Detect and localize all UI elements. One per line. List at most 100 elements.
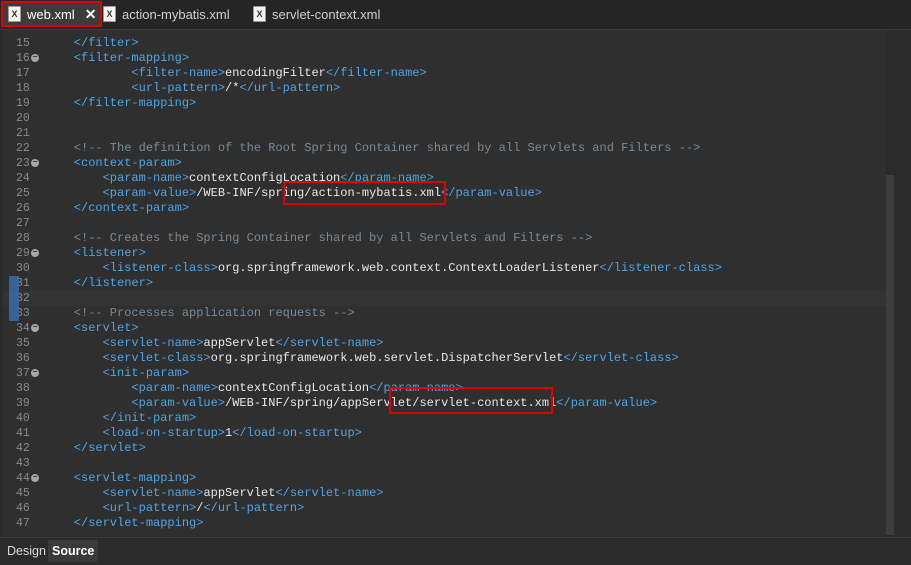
tab-label: web.xml (27, 6, 75, 22)
code-line[interactable]: 41 <load-on-startup>1</load-on-startup> (3, 426, 886, 441)
xml-tag: </param-value> (556, 396, 658, 410)
xml-text: appServlet (203, 336, 276, 350)
code-line[interactable]: 19 </filter-mapping> (3, 96, 886, 111)
code-text: <context-param> (45, 156, 182, 171)
line-number: 24 (16, 172, 30, 185)
code-line[interactable]: 38 <param-name>contextConfigLocation</pa… (3, 381, 886, 396)
code-line[interactable]: 34− <servlet> (3, 321, 886, 336)
code-text: <servlet-name>appServlet</servlet-name> (45, 336, 384, 351)
xml-tag: <servlet-class> (45, 351, 211, 365)
code-line[interactable]: 30 <listener-class>org.springframework.w… (3, 261, 886, 276)
code-line[interactable]: 32 (3, 291, 886, 306)
line-number: 36 (16, 352, 30, 365)
xml-comment: <!-- The definition of the Root Spring C… (45, 141, 701, 155)
code-text: </filter> (45, 36, 139, 51)
code-text: </servlet> (45, 441, 146, 456)
change-marker (9, 306, 19, 321)
code-line[interactable]: 20 (3, 111, 886, 126)
code-text: <!-- Creates the Spring Container shared… (45, 231, 593, 246)
code-line[interactable]: 25 <param-value>/WEB-INF/spring/action-m… (3, 186, 886, 201)
code-line[interactable]: 24 <param-name>contextConfigLocation</pa… (3, 171, 886, 186)
code-line[interactable]: 44− <servlet-mapping> (3, 471, 886, 486)
code-line[interactable]: 23− <context-param> (3, 156, 886, 171)
line-number: 15 (16, 37, 30, 50)
xml-tag: </filter> (45, 36, 139, 50)
fold-toggle-icon[interactable]: − (31, 369, 39, 377)
tab-web-xml[interactable]: X web.xml ✕ (3, 2, 100, 26)
code-line[interactable]: 29− <listener> (3, 246, 886, 261)
xml-tag: </servlet-name> (275, 486, 384, 500)
line-number: 22 (16, 142, 30, 155)
tab-label: servlet-context.xml (272, 6, 381, 22)
line-number: 43 (16, 457, 30, 470)
code-line[interactable]: 27 (3, 216, 886, 231)
xml-tag: <context-param> (45, 156, 182, 170)
code-line[interactable]: 36 <servlet-class>org.springframework.we… (3, 351, 886, 366)
code-line[interactable]: 28 <!-- Creates the Spring Container sha… (3, 231, 886, 246)
code-line[interactable]: 21 (3, 126, 886, 141)
code-line[interactable]: 15 </filter> (3, 36, 886, 51)
tab-source[interactable]: Source (48, 540, 99, 562)
line-number: 19 (16, 97, 30, 110)
code-line[interactable]: 40 </init-param> (3, 411, 886, 426)
change-marker (9, 276, 19, 291)
code-line[interactable]: 37− <init-param> (3, 366, 886, 381)
tab-action-mybatis-xml[interactable]: X action-mybatis.xml (103, 2, 243, 26)
tab-label: action-mybatis.xml (122, 6, 230, 22)
code-line[interactable]: 33 <!-- Processes application requests -… (3, 306, 886, 321)
code-text: <servlet-class>org.springframework.web.s… (45, 351, 679, 366)
code-text: </listener> (45, 276, 153, 291)
code-text: <load-on-startup>1</load-on-startup> (45, 426, 362, 441)
code-line[interactable]: 18 <url-pattern>/*</url-pattern> (3, 81, 886, 96)
fold-toggle-icon[interactable]: − (31, 324, 39, 332)
tab-design[interactable]: Design (3, 540, 50, 562)
code-line[interactable]: 16− <filter-mapping> (3, 51, 886, 66)
code-line[interactable]: 45 <servlet-name>appServlet</servlet-nam… (3, 486, 886, 501)
xml-tag: </param-name> (340, 171, 434, 185)
xml-tag: </servlet> (45, 441, 146, 455)
tab-servlet-context-xml[interactable]: X servlet-context.xml (253, 2, 393, 26)
xml-tag: </servlet-name> (275, 336, 384, 350)
xml-tag: </servlet-class> (563, 351, 679, 365)
code-text: <listener> (45, 246, 146, 261)
line-number: 45 (16, 487, 30, 500)
fold-toggle-icon[interactable]: − (31, 159, 39, 167)
code-line[interactable]: 39 <param-value>/WEB-INF/spring/appServl… (3, 396, 886, 411)
scrollbar-thumb[interactable] (886, 175, 894, 535)
xml-tag: </listener> (45, 276, 154, 290)
xml-tag: <filter-name> (45, 66, 226, 80)
xml-tag: <listener> (45, 246, 146, 260)
code-line[interactable]: 43 (3, 456, 886, 471)
line-number: 35 (16, 337, 30, 350)
xml-tag: <param-value> (45, 186, 197, 200)
xml-tag: <listener-class> (45, 261, 218, 275)
code-line[interactable]: 22 <!-- The definition of the Root Sprin… (3, 141, 886, 156)
fold-toggle-icon[interactable]: − (31, 249, 39, 257)
xml-tag: <param-name> (45, 381, 218, 395)
code-text: <param-name>contextConfigLocation</param… (45, 171, 434, 186)
code-editor[interactable]: 15 </filter> 16− <filter-mapping> 17 <filt… (3, 30, 886, 536)
xml-tag: </listener-class> (599, 261, 722, 275)
close-icon[interactable]: ✕ (85, 6, 97, 23)
code-line[interactable]: 42 </servlet> (3, 441, 886, 456)
code-line[interactable]: 26 </context-param> (3, 201, 886, 216)
line-number: 18 (16, 82, 30, 95)
xml-text: org.springframework.web.servlet.Dispatch… (210, 351, 564, 365)
code-line[interactable]: 17 <filter-name>encodingFilter</filter-n… (3, 66, 886, 81)
line-number: 47 (16, 517, 30, 530)
code-line[interactable]: 46 <url-pattern>/</url-pattern> (3, 501, 886, 516)
code-text: <url-pattern>/*</url-pattern> (45, 81, 340, 96)
fold-toggle-icon[interactable]: − (31, 474, 39, 482)
xml-tag: </init-param> (45, 411, 197, 425)
line-number: 26 (16, 202, 30, 215)
code-text: </init-param> (45, 411, 197, 426)
code-text: <listener-class>org.springframework.web.… (45, 261, 722, 276)
code-line[interactable]: 47 </servlet-mapping> (3, 516, 886, 531)
code-text: </filter-mapping> (45, 96, 196, 111)
code-line[interactable]: 35 <servlet-name>appServlet</servlet-nam… (3, 336, 886, 351)
code-line[interactable]: 31 </listener> (3, 276, 886, 291)
code-text: </servlet-mapping> (45, 516, 204, 531)
xml-text: contextConfigLocation (189, 171, 341, 185)
fold-toggle-icon[interactable]: − (31, 54, 39, 62)
xml-comment: <!-- Creates the Spring Container shared… (45, 231, 593, 245)
